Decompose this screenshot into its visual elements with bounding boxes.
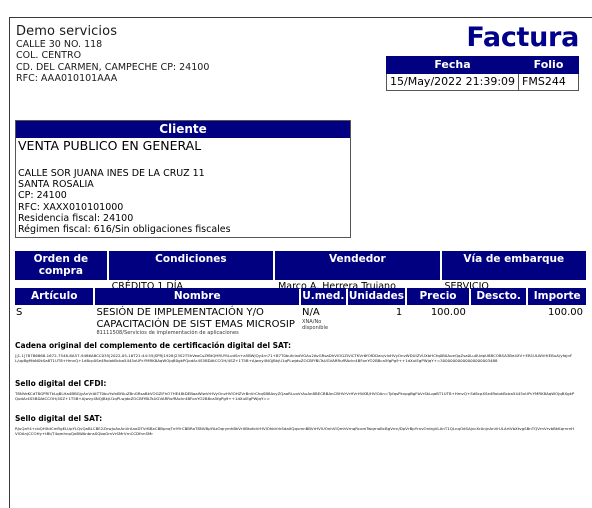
items-header-row: Artículo Nombre U.med. Unidades Precio D… xyxy=(15,288,586,305)
vendedor-header: Vendedor xyxy=(275,251,440,280)
cadena-original-value: ||1.1|78786868-1672-7548-8A57-9486A8CC03… xyxy=(15,353,573,364)
issuer-address-line-1: CALLE 30 NO. 118 xyxy=(16,39,103,50)
fecha-header: Fecha xyxy=(385,56,520,74)
condiciones-header: Condiciones xyxy=(108,251,274,280)
sello-cfdi-section: Sello digital del CFDI: T8NVeKCdT8GPRlTk… xyxy=(15,379,575,401)
fecha-value: 15/May/2022 21:39:09 xyxy=(385,73,520,91)
issuer-block: Demo servicios CALLE 30 NO. 118 COL. CEN… xyxy=(16,24,316,84)
unidades-header: Unidades xyxy=(347,288,406,305)
cliente-residencia-fiscal: Residencia fiscal: 24100 xyxy=(18,212,134,224)
cliente-street: CALLE SOR JUANA INES DE LA CRUZ 11 xyxy=(18,168,205,179)
importe-header: Importe xyxy=(528,288,586,305)
cliente-cp: CP: 24100 xyxy=(18,190,67,202)
cell-precio: 100.00 xyxy=(430,307,466,318)
cliente-name: VENTA PUBLICO EN GENERAL xyxy=(18,138,202,153)
cliente-box: Cliente VENTA PUBLICO EN GENERAL CALLE S… xyxy=(15,120,351,239)
document-title: Factura xyxy=(466,22,579,53)
items-table: Artículo Nombre U.med. Unidades Precio D… xyxy=(15,288,586,337)
cliente-body: VENTA PUBLICO EN GENERAL CALLE SOR JUANA… xyxy=(16,138,350,237)
nombre-header: Nombre xyxy=(95,288,299,305)
cadena-original-title: Cadena original del complemento de certi… xyxy=(15,341,291,350)
cliente-header: Cliente xyxy=(16,121,350,138)
cadena-original-section: Cadena original del complemento de certi… xyxy=(15,341,575,363)
table-header-row: Fecha Folio xyxy=(385,56,579,74)
table-row: 15/May/2022 21:39:09 FMS244 xyxy=(385,73,579,91)
cell-nombre: SESIÓN DE IMPLEMENTACIÓN Y/O CAPACITACIÓ… xyxy=(96,307,295,330)
cell-articulo: S xyxy=(16,307,23,318)
cliente-spacer xyxy=(18,154,348,168)
cell-importe: 100.00 xyxy=(547,307,583,318)
folio-value: FMS244 xyxy=(518,73,579,91)
sello-cfdi-title: Sello digital del CFDI: xyxy=(15,379,107,388)
issuer-address-line-2: COL. CENTRO xyxy=(16,50,82,62)
via-embarque-header: Vía de embarque xyxy=(441,251,586,280)
issuer-address-line-3: CD. DEL CARMEN, CAMPECHE CP: 24100 xyxy=(16,61,210,73)
conditions-strip: Orden de compra Condiciones Vendedor Vía… xyxy=(15,251,586,293)
precio-header: Precio xyxy=(407,288,469,305)
umed-header: U.med. xyxy=(300,288,346,305)
sello-cfdi-value: T8NVeKCdT8GPRlTkLqBLHa4BBGjyAnVrAtTT0buY… xyxy=(15,391,575,402)
descto-header: Descto. xyxy=(470,288,527,305)
issuer-name: Demo servicios xyxy=(16,24,118,39)
articulo-header: Artículo xyxy=(15,288,94,305)
cell-nombre-clave-sat: 81111508/Servicios de implementación de … xyxy=(96,330,239,336)
invoice-meta-table: Fecha Folio 15/May/2022 21:39:09 FMS244 xyxy=(385,56,579,91)
sello-sat-value: RJuQaY4+cbQHXdCmRgELUpYLQvQaBLCBE2ZnwJuA… xyxy=(15,426,575,437)
issuer-rfc: RFC: AAA010101AAA xyxy=(16,72,118,84)
cell-unidades: 1 xyxy=(395,307,403,318)
folio-header: Folio xyxy=(518,56,579,74)
cliente-colony: SANTA ROSALIA xyxy=(18,179,94,191)
orden-compra-header: Orden de compra xyxy=(15,251,107,280)
conditions-header-row: Orden de compra Condiciones Vendedor Vía… xyxy=(15,251,586,280)
cell-umed-clave-sat: XNA/No disponible xyxy=(301,318,329,332)
invoice-page: Demo servicios CALLE 30 NO. 118 COL. CEN… xyxy=(9,17,592,508)
cliente-regimen-fiscal: Régimen fiscal: 616/Sin obligaciones fis… xyxy=(18,224,231,236)
table-row: S SESIÓN DE IMPLEMENTACIÓN Y/O CAPACITAC… xyxy=(15,305,586,337)
cliente-rfc: RFC: XAXX010101000 xyxy=(18,201,124,213)
sello-sat-section: Sello digital del SAT: RJuQaY4+cbQHXdCmR… xyxy=(15,414,575,436)
cell-umed: N/A xyxy=(301,307,320,318)
sello-sat-title: Sello digital del SAT: xyxy=(15,414,103,423)
